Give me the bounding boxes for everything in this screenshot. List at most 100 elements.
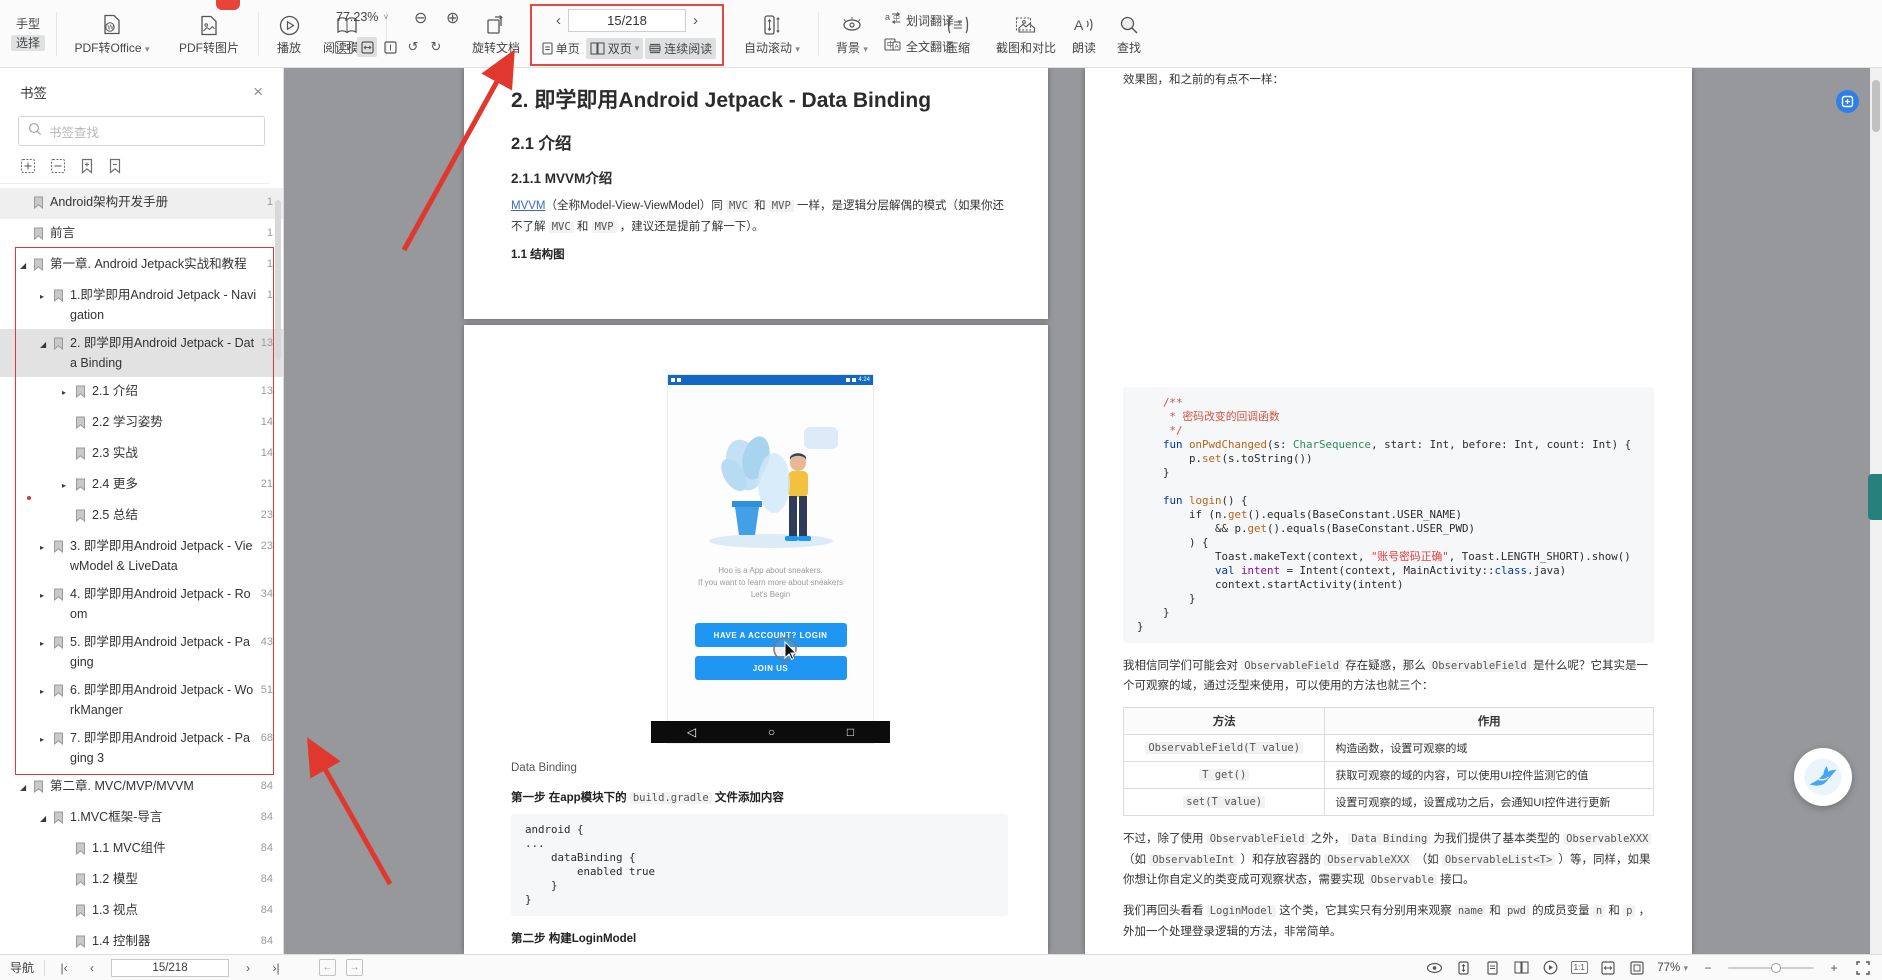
page-number-input[interactable]: 15/218 — [111, 958, 230, 977]
assistant-icon[interactable] — [1836, 90, 1859, 113]
bird-feedback-icon[interactable] — [1794, 748, 1852, 806]
remove-bookmark-icon[interactable] — [108, 158, 122, 174]
expand-all-icon[interactable] — [20, 158, 36, 174]
compress-button[interactable]: 压缩 — [934, 0, 982, 68]
bookmark-item[interactable]: ▸ 5. 即学即用Android Jetpack - Paging 43 — [0, 628, 283, 676]
bookmark-item[interactable]: ▸ 2.1 介绍 13 — [0, 377, 283, 408]
scroll-mode-icon[interactable] — [1454, 959, 1472, 977]
fit-page-icon[interactable] — [1628, 959, 1646, 977]
slideshow-icon[interactable] — [1541, 959, 1559, 977]
chevron-collapsed-icon[interactable]: ▸ — [40, 287, 53, 307]
next-page-icon[interactable]: › — [693, 12, 698, 29]
last-page-icon[interactable]: ›| — [267, 959, 285, 977]
background-button[interactable]: 背景 ▾ — [826, 0, 878, 68]
one-to-one-icon[interactable]: 1:1 — [334, 37, 354, 57]
add-bookmark-icon[interactable] — [80, 158, 94, 174]
chevron-collapsed-icon[interactable]: ▸ — [62, 476, 75, 496]
fit-width-icon[interactable] — [1599, 959, 1617, 977]
continuous-reading-button[interactable]: 连续阅读 — [645, 37, 717, 59]
android-home-icon[interactable]: ○ — [768, 725, 775, 739]
bookmark-item[interactable]: ◢ 第一章. Android Jetpack实战和教程 1 — [0, 250, 283, 281]
main-scrollbar-thumb[interactable] — [1872, 80, 1880, 132]
bookmark-item[interactable]: 1.1 MVC组件 84 — [0, 834, 283, 865]
chevron-collapsed-icon[interactable]: ▸ — [62, 383, 75, 403]
play-button[interactable]: 播放 — [266, 0, 312, 68]
bookmark-item[interactable]: 2.3 实战 14 — [0, 439, 283, 470]
rotate-left-icon[interactable]: ↺ — [403, 37, 423, 57]
chevron-expanded-icon[interactable]: ◢ — [40, 335, 53, 355]
first-page-icon[interactable]: |‹ — [55, 959, 73, 977]
bookmark-item[interactable]: ▸ 3. 即学即用Android Jetpack - ViewModel & Li… — [0, 532, 283, 580]
effect-line: 效果图，和之前的有点不一样： — [1123, 74, 1284, 86]
single-page-icon[interactable] — [1483, 959, 1501, 977]
fit-page-icon[interactable] — [380, 37, 400, 57]
fit-width-icon[interactable] — [357, 37, 377, 57]
bookmark-item[interactable]: Android架构开发手册 1 — [0, 188, 283, 219]
chevron-expanded-icon[interactable]: ◢ — [20, 256, 33, 276]
side-panel-tab[interactable] — [1868, 474, 1882, 520]
bookmark-item[interactable]: ◢ 2. 即学即用Android Jetpack - Data Binding 13 — [0, 329, 283, 377]
bookmark-item[interactable]: 2.2 学习姿势 14 — [0, 408, 283, 439]
doc-paragraph: 我相信同学们可能会对 ObservableField 存在疑惑，那么 Obser… — [1123, 659, 1648, 693]
chevron-collapsed-icon[interactable]: ▸ — [40, 586, 53, 606]
collapse-all-icon[interactable] — [50, 158, 66, 174]
auto-scroll-button[interactable]: 自动滚动 ▾ — [734, 0, 810, 68]
double-page-icon[interactable] — [1512, 959, 1530, 977]
bookmark-item[interactable]: 1.4 控制器 84 — [0, 927, 283, 954]
bookmark-item[interactable]: 前言 1 — [0, 219, 283, 250]
mvvm-link[interactable]: MVVM — [511, 200, 546, 212]
page-number-input[interactable]: 15/218 — [568, 8, 686, 32]
bookmark-item[interactable]: 2.5 总结 23 — [0, 501, 283, 532]
login-button[interactable]: HAVE A ACCOUNT? LOGIN — [694, 623, 847, 647]
sidebar-scrollbar[interactable] — [275, 200, 281, 360]
bookmark-item[interactable]: ▸ 6. 即学即用Android Jetpack - WorkManger 51 — [0, 676, 283, 724]
chevron-expanded-icon[interactable]: ◢ — [20, 778, 33, 798]
prev-page-icon[interactable]: ‹ — [556, 12, 561, 29]
rotate-right-icon[interactable]: ↻ — [426, 37, 446, 57]
pdf-to-office-button[interactable]: W PDF转Office ▾ — [64, 0, 160, 68]
zoom-slider[interactable] — [1728, 962, 1814, 973]
bookmark-item[interactable]: ▸ 1.即学即用Android Jetpack - Navigation 1 — [0, 281, 283, 329]
android-recents-icon[interactable]: □ — [847, 725, 854, 739]
chevron-collapsed-icon[interactable]: ▸ — [40, 538, 53, 558]
zoom-out-icon[interactable]: ⊖ — [414, 8, 427, 28]
one-to-one-icon[interactable]: 1:1 — [1570, 959, 1588, 977]
pdf-to-image-button[interactable]: PDF转图片 — [164, 0, 254, 68]
next-view-icon[interactable]: → — [346, 959, 364, 976]
zoom-select[interactable]: 77.23% ˅ — [336, 10, 389, 24]
bookmark-page-number: 84 — [260, 842, 273, 854]
chevron-collapsed-icon[interactable]: ▸ — [40, 730, 53, 750]
zoom-plus-icon[interactable]: + — [1825, 959, 1843, 977]
rotate-doc-button[interactable]: 旋转文档 — [462, 0, 530, 68]
nav-toggle-button[interactable]: 导航 — [10, 959, 34, 976]
screenshot-compare-button[interactable]: 截图和对比 — [986, 0, 1066, 68]
chevron-collapsed-icon[interactable]: ▸ — [40, 682, 53, 702]
zoom-in-icon[interactable]: ⊕ — [446, 8, 459, 28]
eye-icon[interactable] — [1425, 959, 1443, 977]
single-page-button[interactable]: 单页 — [538, 38, 584, 59]
bookmark-item[interactable]: ▸ 7. 即学即用Android Jetpack - Paging 3 68 — [0, 724, 283, 772]
hand-tool-button[interactable]: 手型 — [16, 17, 40, 31]
chevron-collapsed-icon[interactable]: ▸ — [40, 634, 53, 654]
select-tool-button[interactable]: 选择 — [10, 35, 45, 51]
join-button[interactable]: JOIN US — [694, 656, 847, 680]
fullscreen-icon[interactable] — [1854, 959, 1872, 977]
next-page-icon[interactable]: › — [239, 959, 257, 977]
bookmark-search-input[interactable]: 书签查找 — [18, 116, 265, 146]
bookmark-item[interactable]: 1.2 模型 84 — [0, 865, 283, 896]
find-button[interactable]: 查找 — [1108, 0, 1150, 68]
bookmark-item[interactable]: ▸ 4. 即学即用Android Jetpack - Room 34 — [0, 580, 283, 628]
prev-view-icon[interactable]: ← — [319, 959, 337, 976]
chevron-expanded-icon[interactable]: ◢ — [40, 809, 53, 829]
double-page-button[interactable]: 双页 ▾ — [585, 37, 644, 59]
bookmark-item[interactable]: ◢ 1.MVC框架-导言 84 — [0, 803, 283, 834]
bookmark-item[interactable]: ▸ 2.4 更多 21 — [0, 470, 283, 501]
bookmark-item[interactable]: ◢ 第二章. MVC/MVP/MVVM 84 — [0, 772, 283, 803]
prev-page-icon[interactable]: ‹ — [83, 959, 101, 977]
read-aloud-button[interactable]: A 朗读 — [1062, 0, 1106, 68]
zoom-minus-icon[interactable]: − — [1699, 959, 1717, 977]
android-back-icon[interactable]: ◁ — [687, 725, 696, 739]
zoom-level-select[interactable]: 77% ▾ — [1657, 962, 1688, 974]
close-icon[interactable]: × — [253, 83, 263, 100]
bookmark-item[interactable]: 1.3 视点 84 — [0, 896, 283, 927]
